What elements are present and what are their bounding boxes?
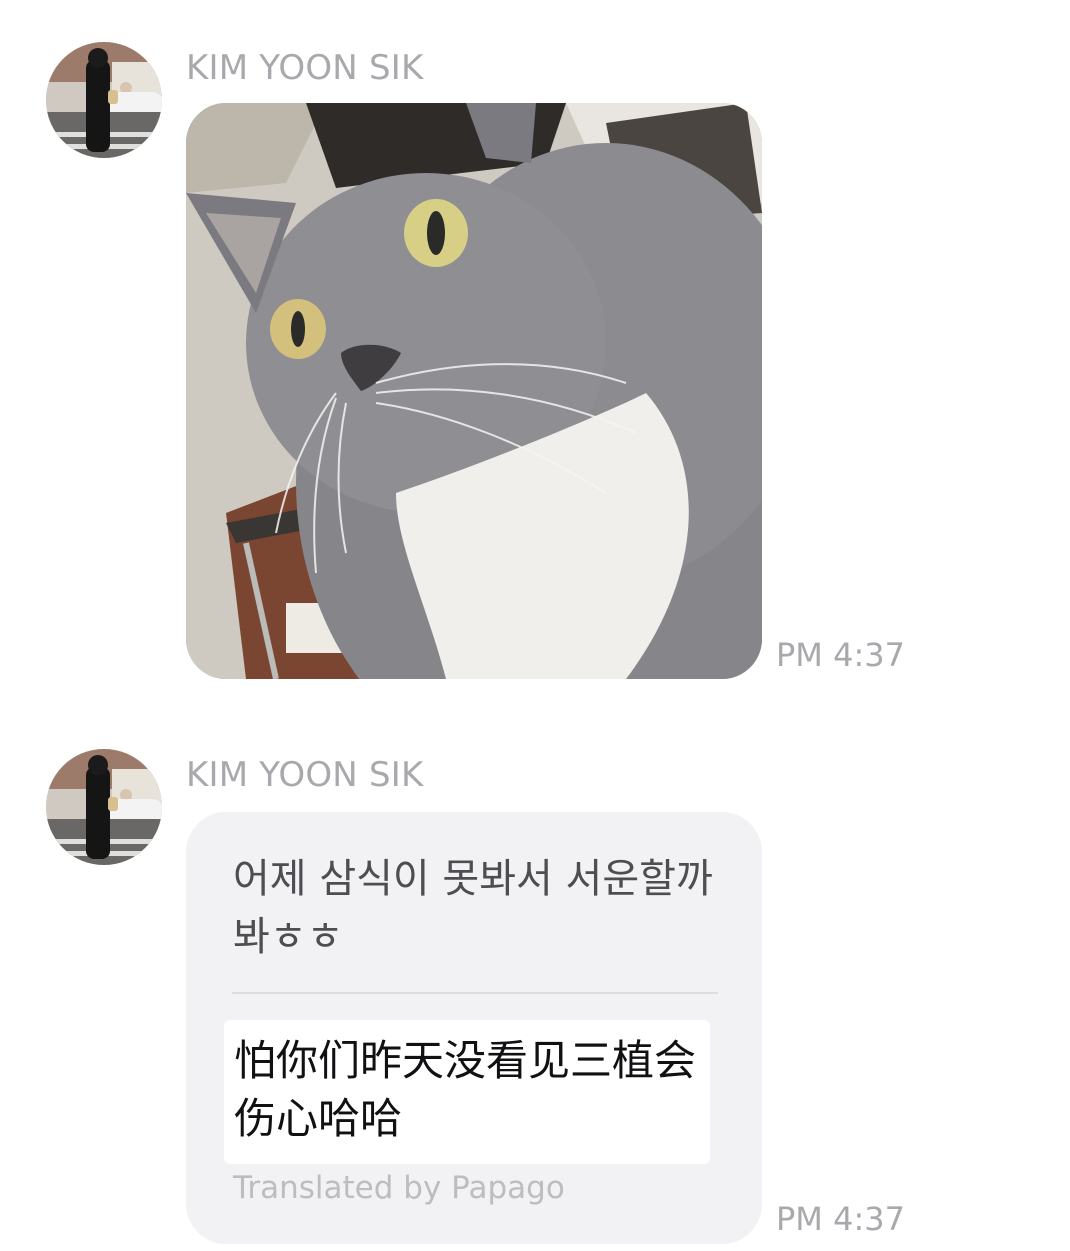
sender-name: KIM YOON SIK: [186, 48, 424, 88]
sender-avatar[interactable]: [46, 42, 162, 158]
message-timestamp: PM 4:37: [776, 636, 905, 674]
cat-photo-message[interactable]: [186, 103, 762, 679]
message-text: 어제 삼식이 못봐서 서운할까봐ㅎㅎ: [233, 856, 713, 960]
sender-avatar[interactable]: [46, 749, 162, 865]
cat-photo: [186, 103, 762, 679]
translator-credit: Translated by Papago: [233, 1170, 565, 1206]
divider: [232, 992, 718, 994]
message-timestamp: PM 4:37: [776, 1200, 905, 1238]
translated-text: 怕你们昨天没看见三植会伤心哈哈: [234, 1036, 697, 1143]
text-message-bubble[interactable]: 어제 삼식이 못봐서 서운할까봐ㅎㅎ 怕你们昨天没看见三植会伤心哈哈 Trans…: [186, 812, 762, 1244]
sender-name: KIM YOON SIK: [186, 755, 424, 795]
translation-box: 怕你们昨天没看见三植会伤心哈哈: [224, 1020, 710, 1164]
